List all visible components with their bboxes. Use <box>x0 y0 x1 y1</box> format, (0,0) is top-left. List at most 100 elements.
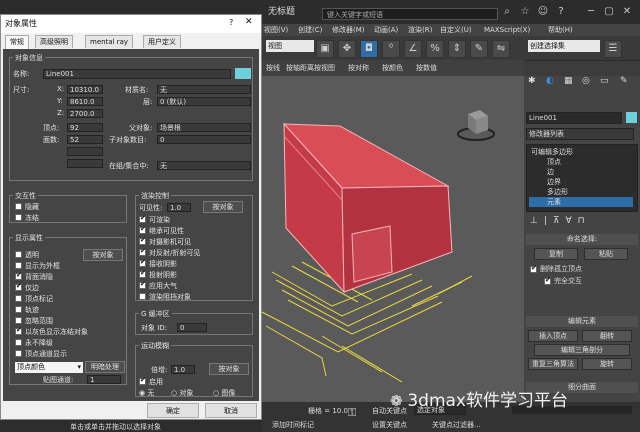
cancel-button[interactable]: 取消 <box>205 403 257 418</box>
ribbon-item[interactable]: 按线 <box>266 63 280 73</box>
help-icon[interactable]: ? <box>554 6 568 18</box>
menu-item[interactable]: 自定义(U) <box>440 24 472 36</box>
edges-only-checkbox[interactable] <box>15 282 22 291</box>
rollout-header[interactable]: 命名选择: <box>526 234 638 245</box>
mirror-icon[interactable]: ⇋ <box>492 40 510 58</box>
map-channel-spinner[interactable]: 1 <box>87 375 121 384</box>
tab-user-defined[interactable]: 用户定义 <box>143 35 181 48</box>
key-icon[interactable]: ⚿ <box>348 406 356 420</box>
menu-item[interactable]: 创建(C) <box>298 24 322 36</box>
ribbon-item[interactable]: 按对称 <box>348 63 369 73</box>
inherit-visibility-checkbox[interactable] <box>139 225 146 234</box>
menu-item[interactable]: 修改器(M) <box>332 24 365 36</box>
edit-triangulation-button[interactable]: 编辑三角剖分 <box>534 344 630 356</box>
reference-coordinate-select[interactable]: 视图 <box>266 40 314 52</box>
hide-checkbox[interactable] <box>15 203 22 210</box>
object-name-input[interactable]: Line001 <box>526 112 622 124</box>
object-id-spinner[interactable]: 0 <box>177 323 207 332</box>
menu-item[interactable]: 帮助(H) <box>548 24 573 36</box>
radio-none[interactable]: ◉ 无 <box>139 388 154 398</box>
menu-item[interactable]: 视图(V) <box>264 24 288 36</box>
display-by-object-button[interactable]: 按对象 <box>83 249 123 261</box>
tab-advanced-lighting[interactable]: 高级照明 <box>35 35 73 48</box>
apply-atmospherics-checkbox[interactable] <box>139 280 146 289</box>
render-by-object-button[interactable]: 按对象 <box>203 201 243 213</box>
never-degrade-checkbox[interactable] <box>15 339 22 346</box>
visible-to-camera-checkbox[interactable] <box>139 236 146 245</box>
ribbon-item[interactable]: 按颜色 <box>382 63 403 73</box>
enable-motion-blur-checkbox[interactable] <box>139 376 146 385</box>
hierarchy-icon[interactable]: ▦ <box>564 76 573 86</box>
edit-named-sets-icon[interactable]: ✎ <box>470 40 488 58</box>
pivot-icon[interactable]: ▣ <box>316 40 334 58</box>
rollout-header[interactable]: 编辑元素 <box>526 316 638 327</box>
maximize-icon[interactable]: ▢ <box>602 6 616 18</box>
angle-snap-icon[interactable]: ∠ <box>404 40 422 58</box>
star-icon[interactable]: ☆ <box>518 6 532 18</box>
insert-vertex-button[interactable]: 插入顶点 <box>528 330 578 342</box>
add-time-tag[interactable]: 添加时间标记 <box>272 420 314 430</box>
freeze-checkbox[interactable] <box>15 214 22 221</box>
vertex-color-dropdown[interactable]: 顶点颜色 ▾ <box>15 362 83 373</box>
ribbon-item[interactable]: 按数值 <box>416 63 437 73</box>
radio-image[interactable]: ○ 图像 <box>213 388 235 398</box>
ok-button[interactable]: 确定 <box>147 403 199 418</box>
motion-blur-by-object-button[interactable]: 按对象 <box>209 363 249 375</box>
stack-item[interactable]: 顶点 <box>547 157 561 167</box>
tab-general[interactable]: 常规 <box>5 35 29 49</box>
backface-cull-checkbox[interactable] <box>15 271 22 280</box>
stack-tools-icon[interactable]: ⊥|⊼∀⊓ <box>530 216 591 226</box>
help-icon[interactable]: ? <box>229 18 233 27</box>
stack-item-selected[interactable]: 元素 <box>529 197 633 207</box>
search-input[interactable]: 键入关键字或短语 <box>322 8 498 20</box>
perspective-viewport[interactable] <box>262 76 524 402</box>
spinner-snap-icon[interactable]: ⇕ <box>448 40 466 58</box>
select-object-icon[interactable]: ◘ <box>360 40 378 58</box>
radio-object[interactable]: ○ 对象 <box>171 388 193 398</box>
delete-isolated-checkbox[interactable] <box>530 264 537 273</box>
full-interactivity-checkbox[interactable] <box>544 276 551 285</box>
trajectory-checkbox[interactable] <box>15 306 22 313</box>
paste-button[interactable]: 粘贴 <box>584 248 628 260</box>
modifier-list-dropdown[interactable]: 修改器列表 <box>526 128 634 140</box>
object-name-field[interactable]: Line001 <box>43 69 231 79</box>
stack-item[interactable]: 可编辑多边形 <box>531 147 573 157</box>
ignore-extents-checkbox[interactable] <box>15 317 22 324</box>
utilities-icon[interactable]: ✎ <box>620 76 628 86</box>
menu-item[interactable]: 渲染(R) <box>408 24 432 36</box>
stack-item[interactable]: 边界 <box>547 177 561 187</box>
menu-item[interactable]: MAXScript(X) <box>484 24 530 36</box>
visibility-spinner[interactable]: 1.0 <box>167 203 191 212</box>
shaded-button[interactable]: 明暗处理 <box>85 361 125 373</box>
cast-shadows-checkbox[interactable] <box>139 269 146 278</box>
user-icon[interactable]: ☺ <box>536 6 550 18</box>
renderable-checkbox[interactable] <box>139 214 146 223</box>
stack-item[interactable]: 边 <box>547 167 554 177</box>
modify-icon[interactable]: ◐ <box>546 76 554 86</box>
retriangulate-button[interactable]: 重复三角算法 <box>528 358 578 370</box>
show-frozen-gray-checkbox[interactable] <box>15 326 22 335</box>
named-selection-set[interactable]: 创建选择集 <box>528 40 600 52</box>
close-icon[interactable]: ✕ <box>620 6 634 18</box>
snap-icon[interactable]: ⁰ <box>382 40 400 58</box>
ribbon-item[interactable]: 按轴距离 <box>286 63 314 73</box>
percent-snap-icon[interactable]: % <box>426 40 444 58</box>
minimize-icon[interactable]: ─ <box>584 6 598 18</box>
copy-button[interactable]: 复制 <box>534 248 578 260</box>
tab-mental-ray[interactable]: mental ray <box>85 35 134 48</box>
set-key-button[interactable]: 设置关键点 <box>372 420 407 430</box>
multiplier-spinner[interactable]: 1.0 <box>171 365 195 374</box>
stack-item[interactable]: 多边形 <box>547 187 568 197</box>
move-icon[interactable]: ✥ <box>338 40 356 58</box>
motion-icon[interactable]: ◎ <box>582 76 590 86</box>
display-icon[interactable]: ▭ <box>600 76 609 86</box>
transparent-checkbox[interactable] <box>15 251 22 258</box>
visible-to-reflection-checkbox[interactable] <box>139 247 146 256</box>
layer-icon[interactable]: ☰ <box>604 40 622 58</box>
vertex-channel-display-checkbox[interactable] <box>15 350 22 357</box>
vertex-ticks-checkbox[interactable] <box>15 295 22 302</box>
object-color-swatch[interactable] <box>235 68 251 79</box>
turn-button[interactable]: 旋转 <box>582 358 632 370</box>
create-icon[interactable]: ✱ <box>528 76 536 86</box>
flip-button[interactable]: 翻转 <box>582 330 632 342</box>
